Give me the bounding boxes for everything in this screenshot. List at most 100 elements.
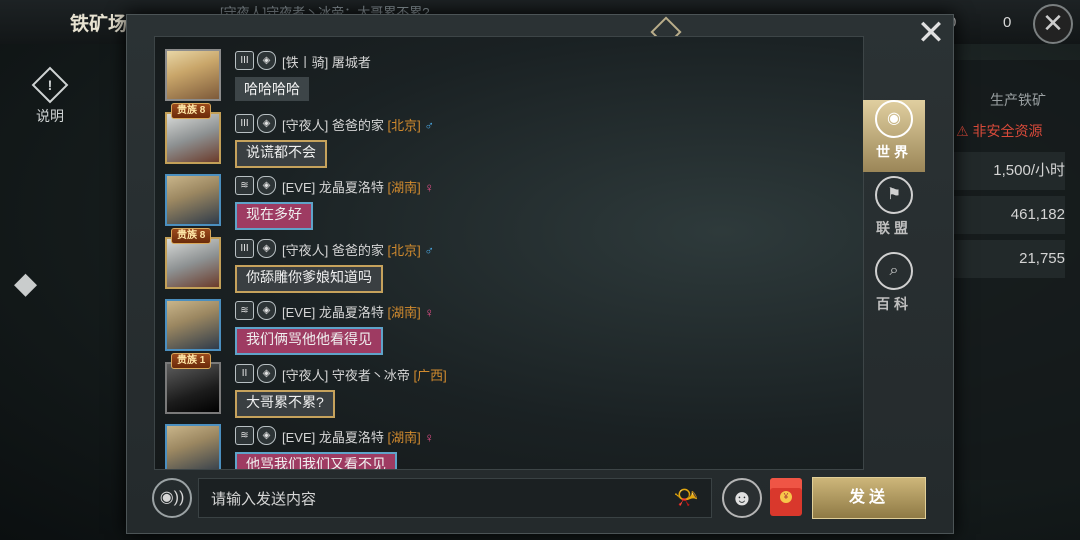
sender-name: 龙晶夏洛特 <box>318 430 384 445</box>
rank-badges: III ◈ <box>235 113 276 133</box>
rank-icon: ≋ <box>235 301 254 320</box>
background-resource-2: 0 <box>1003 14 1012 31</box>
rank-badges: ≋ ◈ <box>235 301 276 320</box>
info-button[interactable]: ! 说明 <box>30 66 70 126</box>
background-title: 铁矿场 <box>70 14 128 35</box>
sender-name: 龙晶夏洛特 <box>318 305 384 320</box>
sender-line[interactable]: [守夜人] 爸爸的家 [北京] ♂ <box>282 240 434 259</box>
sender-line[interactable]: [守夜人] 爸爸的家 [北京] ♂ <box>282 115 434 134</box>
alliance-tag: [守夜人] <box>282 242 329 258</box>
message-text: 你舔雕你爹娘知道吗 <box>235 264 383 293</box>
sender-name: 屠城者 <box>331 55 371 70</box>
panel-row: 1,500/小时 <box>950 152 1065 190</box>
alliance-tag: [守夜人] <box>282 117 329 133</box>
rank-icon: III <box>235 113 254 133</box>
message-text: 我们俩骂他他看得见 <box>235 327 383 355</box>
message-text: 现在多好 <box>235 202 313 230</box>
message-text: 哈哈哈哈 <box>235 77 309 101</box>
avatar[interactable] <box>165 236 221 289</box>
sender-name: 爸爸的家 <box>331 117 384 133</box>
shield-icon: ◈ <box>257 113 276 133</box>
sender-line[interactable]: [EVE] 龙晶夏洛特 [湖南] ♀ <box>282 302 434 321</box>
voice-icon[interactable]: ◉)) <box>152 478 192 518</box>
sender-line[interactable]: [铁丨骑] 屠城者 <box>282 52 371 71</box>
chat-message: ≋ ◈ [EVE] 龙晶夏洛特 [湖南] ♀ 他骂我们我们又看不见 <box>163 418 853 469</box>
rank-badges: ≋ ◈ <box>235 426 276 445</box>
chat-message: III ◈ [铁丨骑] 屠城者 哈哈哈哈 <box>163 43 853 105</box>
emoji-icon[interactable]: ☻ <box>722 478 762 518</box>
sender-name: 爸爸的家 <box>331 242 384 258</box>
channel-tabs: ◉ 世界 ⚑ 联盟 ⌕ 百科 <box>863 96 925 324</box>
alliance-tag: [EVE] <box>282 180 316 195</box>
shield-icon: ◈ <box>257 176 276 195</box>
gender-icon: ♀ <box>424 430 435 445</box>
gender-icon: ♂ <box>424 242 435 258</box>
alliance-tag: [EVE] <box>282 430 316 445</box>
red-packet-icon[interactable]: ¥ <box>770 478 802 516</box>
panel-warning: ⚠ 非安全资源 <box>956 123 1043 139</box>
rank-icon: ≋ <box>235 426 254 445</box>
send-button[interactable]: 发送 <box>812 477 926 519</box>
chat-message: 贵族 8 III ◈ [守夜人] 爸爸的家 [北京] ♂ 说谎都不会 <box>163 102 853 168</box>
sender-location: [广西] <box>413 367 447 383</box>
gender-icon: ♂ <box>424 117 435 133</box>
noble-rank-badge: 贵族 1 <box>171 352 212 369</box>
info-icon: ! <box>31 66 69 104</box>
shield-icon: ◈ <box>257 51 276 70</box>
sender-location: [湖南] <box>387 305 421 320</box>
message-text: 大哥累不累? <box>235 389 335 418</box>
rank-icon: II <box>235 363 254 383</box>
tab-alliance[interactable]: ⚑ 联盟 <box>863 176 925 248</box>
tab-encyclopedia[interactable]: ⌕ 百科 <box>863 252 925 324</box>
noble-rank-badge: 贵族 8 <box>171 102 212 119</box>
chat-message: ≋ ◈ [EVE] 龙晶夏洛特 [湖南] ♀ 我们俩骂他他看得见 <box>163 293 853 355</box>
avatar[interactable] <box>165 49 221 101</box>
avatar[interactable] <box>165 299 221 351</box>
rank-badges: III ◈ <box>235 238 276 258</box>
tab-world-label: 世界 <box>876 144 912 160</box>
message-text: 他骂我们我们又看不见 <box>235 452 397 469</box>
panel-row: 21,755 <box>950 240 1065 278</box>
left-arrow-icon[interactable]: ◆ <box>14 266 54 310</box>
info-label: 说明 <box>36 108 64 124</box>
avatar[interactable] <box>165 424 221 469</box>
sender-name: 守夜者丶冰帝 <box>331 367 410 383</box>
alliance-chat-icon: ⚑ <box>875 176 913 214</box>
avatar[interactable] <box>165 111 221 164</box>
rank-icon: ≋ <box>235 176 254 195</box>
avatar[interactable] <box>165 361 221 414</box>
gender-icon: ♀ <box>424 305 435 320</box>
sender-location: [湖南] <box>387 430 421 445</box>
rank-badges: III ◈ <box>235 51 276 70</box>
tab-world[interactable]: ◉ 世界 <box>863 100 925 172</box>
tab-alliance-label: 联盟 <box>876 220 912 236</box>
close-icon[interactable]: ✕ <box>915 16 947 50</box>
rank-badges: II ◈ <box>235 363 276 383</box>
shield-icon: ◈ <box>257 238 276 258</box>
message-text: 说谎都不会 <box>235 139 327 168</box>
sender-line[interactable]: [守夜人] 守夜者丶冰帝 [广西] <box>282 365 447 384</box>
chat-message: 贵族 1 II ◈ [守夜人] 守夜者丶冰帝 [广西] 大哥累不累? <box>163 352 853 418</box>
gender-icon: ♀ <box>424 180 435 195</box>
background-close-icon[interactable]: ✕ <box>1033 4 1073 44</box>
sender-line[interactable]: [EVE] 龙晶夏洛特 [湖南] ♀ <box>282 177 434 196</box>
message-input-box[interactable]: 📯 <box>198 478 712 518</box>
chat-message: 贵族 8 III ◈ [守夜人] 爸爸的家 [北京] ♂ 你舔雕你爹娘知道吗 <box>163 227 853 293</box>
sender-name: 龙晶夏洛特 <box>318 180 384 195</box>
shield-icon: ◈ <box>257 363 276 383</box>
chat-message-list[interactable]: III ◈ [铁丨骑] 屠城者 哈哈哈哈 贵族 8 III ◈ [守夜人] 爸爸的家 [北京… <box>154 36 864 470</box>
panel-row: 461,182 <box>950 196 1065 234</box>
rank-icon: III <box>235 51 254 70</box>
shield-icon: ◈ <box>257 301 276 320</box>
rank-icon: III <box>235 238 254 258</box>
sender-line[interactable]: [EVE] 龙晶夏洛特 [湖南] ♀ <box>282 427 434 446</box>
noble-rank-badge: 贵族 8 <box>171 227 212 244</box>
encyclopedia-icon: ⌕ <box>875 252 913 290</box>
panel-header: 生产铁矿 <box>990 92 1046 108</box>
avatar[interactable] <box>165 174 221 226</box>
sender-location: [北京] <box>387 117 421 133</box>
alliance-tag: [铁丨骑] <box>282 55 329 70</box>
horn-icon[interactable]: 📯 <box>669 484 703 512</box>
sender-location: [湖南] <box>387 180 421 195</box>
message-input[interactable] <box>209 487 653 511</box>
